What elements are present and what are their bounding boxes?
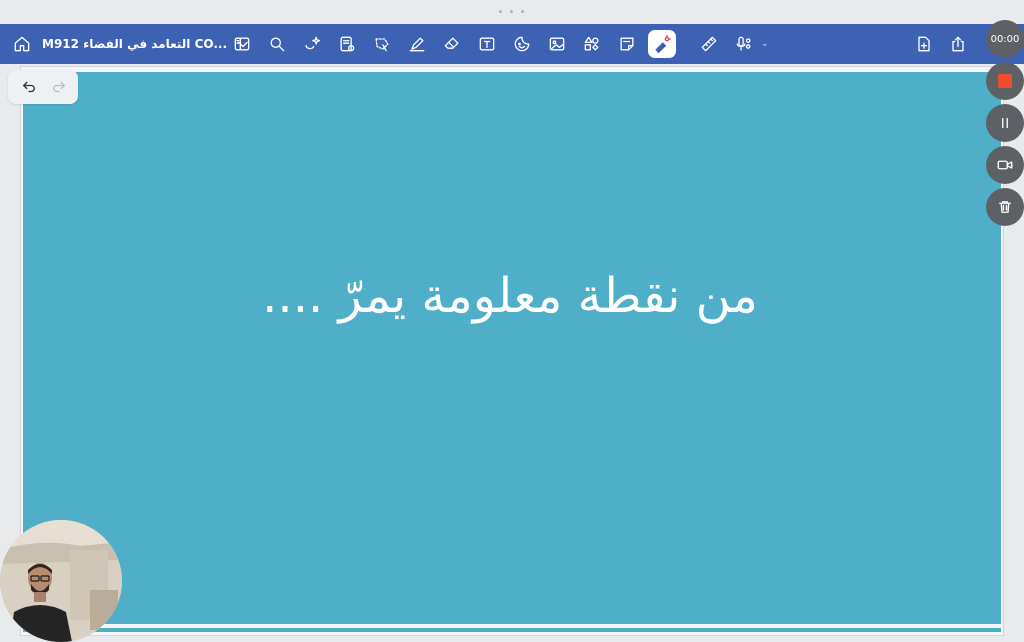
- lasso-icon[interactable]: [368, 30, 396, 58]
- recording-time: 00:00: [990, 33, 1020, 45]
- sidebar-icon[interactable]: [228, 30, 256, 58]
- slide[interactable]: [23, 72, 1001, 624]
- recording-timer: 00:00: [986, 20, 1024, 58]
- video-camera-icon: [997, 160, 1013, 170]
- pause-recording-button[interactable]: [986, 104, 1024, 142]
- undo-icon: [23, 81, 35, 93]
- trash-icon: [999, 201, 1011, 213]
- page-icon[interactable]: [333, 30, 361, 58]
- home-icon[interactable]: [8, 30, 36, 58]
- ruler-icon[interactable]: [695, 30, 723, 58]
- image-icon[interactable]: [543, 30, 571, 58]
- presenter-video: [0, 520, 122, 642]
- laser-pointer-icon[interactable]: [648, 30, 676, 58]
- shapes-icon[interactable]: [578, 30, 606, 58]
- redo-button[interactable]: [44, 72, 74, 102]
- pause-icon: [1002, 117, 1008, 129]
- share-icon[interactable]: [944, 30, 972, 58]
- document-title[interactable]: M912 التعامد في الفضاء CO...: [42, 37, 227, 51]
- webcam-bubble[interactable]: [0, 520, 122, 642]
- chevron-down-small-icon[interactable]: ⌄: [761, 39, 769, 49]
- next-slide-edge: [23, 628, 1001, 632]
- undo-redo-panel: [8, 70, 78, 104]
- pen-icon[interactable]: [403, 30, 431, 58]
- lasso-sparkle-icon[interactable]: [298, 30, 326, 58]
- search-icon[interactable]: [263, 30, 291, 58]
- text-box-icon[interactable]: [473, 30, 501, 58]
- add-page-icon[interactable]: [910, 30, 938, 58]
- camera-switch-button[interactable]: [986, 146, 1024, 184]
- slide-text: من نقطة معلومة يمرّ ....: [262, 268, 758, 324]
- stop-icon: [998, 74, 1012, 88]
- sticker-icon[interactable]: [508, 30, 536, 58]
- microphone-icon[interactable]: [730, 30, 758, 58]
- stop-recording-button[interactable]: [986, 62, 1024, 100]
- grip-dots: • • •: [497, 6, 527, 18]
- delete-recording-button[interactable]: [986, 188, 1024, 226]
- eraser-icon[interactable]: [438, 30, 466, 58]
- sticky-note-icon[interactable]: [613, 30, 641, 58]
- redo-icon: [53, 81, 65, 93]
- top-toolbar: M912 التعامد في الفضاء CO... ⌄: [0, 24, 1024, 64]
- undo-button[interactable]: [14, 72, 44, 102]
- window-grip[interactable]: • • •: [0, 0, 1024, 24]
